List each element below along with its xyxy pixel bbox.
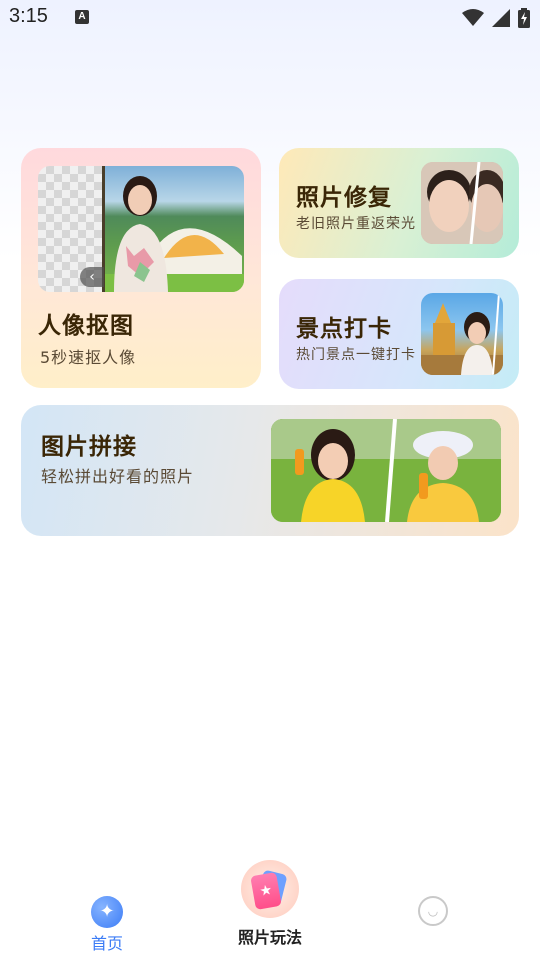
stitch-card-subtitle: 轻松拼出好看的照片	[41, 467, 195, 486]
status-icons	[462, 8, 530, 28]
scenic-card-title: 景点打卡	[296, 316, 392, 342]
portrait-preview-image: ‹	[38, 166, 244, 292]
scenic-checkin-card[interactable]: 景点打卡 热门景点一键打卡	[279, 279, 519, 389]
nav-photo-play-label: 照片玩法	[237, 928, 302, 947]
stitch-preview-image	[271, 419, 501, 522]
nav-photo-play[interactable]: ★ 照片玩法	[225, 860, 315, 955]
wifi-icon	[462, 9, 484, 26]
status-bar: 3:15 A	[0, 0, 540, 36]
portrait-card-subtitle: 5秒速抠人像	[40, 348, 137, 367]
scene-illustration	[104, 176, 244, 292]
camping-scene	[104, 166, 244, 292]
image-stitch-card[interactable]: 图片拼接 轻松拼出好看的照片	[21, 405, 519, 536]
signal-icon	[492, 9, 510, 27]
scenic-preview-image	[421, 293, 503, 375]
photo-cards-icon: ★	[241, 860, 299, 918]
profile-face-icon: ◡	[418, 896, 448, 926]
portrait-card-title: 人像抠图	[38, 313, 134, 339]
scenic-card-subtitle: 热门景点一键打卡	[296, 347, 416, 363]
chevron-left-icon[interactable]: ‹	[80, 267, 104, 287]
battery-charging-icon	[518, 8, 530, 28]
nav-profile[interactable]: ◡	[413, 896, 453, 936]
status-time: 3:15	[9, 5, 48, 27]
nav-home-label: 首页	[90, 934, 123, 953]
portrait-cutout-card[interactable]: ‹ 人像抠图 5秒速抠人像	[21, 148, 261, 388]
stitch-card-title: 图片拼接	[41, 434, 137, 460]
nav-home[interactable]: ✦ 首页	[78, 896, 136, 956]
bottom-navigation: ✦ 首页 ★ 照片玩法 ◡	[0, 860, 540, 961]
photo-repair-card[interactable]: 照片修复 老旧照片重返荣光	[279, 148, 519, 258]
a-icon: A	[75, 10, 89, 24]
repair-card-title: 照片修复	[296, 185, 392, 211]
repair-preview-image	[421, 162, 503, 244]
sparkle-icon: ✦	[91, 896, 123, 928]
repair-card-subtitle: 老旧照片重返荣光	[296, 216, 416, 232]
